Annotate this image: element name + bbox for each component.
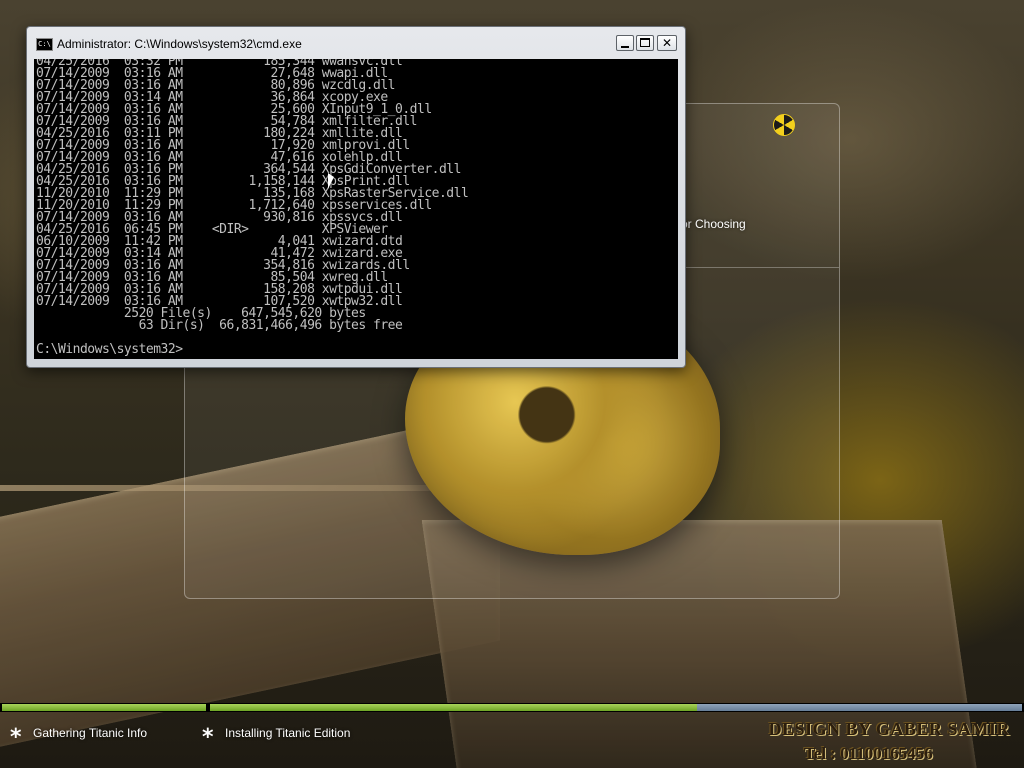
console-line: 63 Dir(s) 66,831,466,496 bytes free <box>36 318 403 333</box>
desktop-background: or Choosing C:\ Administrator: C:\Window… <box>0 0 1024 768</box>
cmd-window-title: Administrator: C:\Windows\system32\cmd.e… <box>57 37 302 51</box>
cmd-console-output[interactable]: 04/25/2016 03:32 PM 185,344 wwansvc.dll 0… <box>34 59 678 359</box>
progress-stage2-fill <box>210 704 698 711</box>
setup-option-label: or Choosing <box>681 217 746 231</box>
status-step-gathering: Gathering Titanic Info <box>33 726 148 740</box>
close-button[interactable]: ✕ <box>657 35 677 51</box>
cmd-titlebar[interactable]: C:\ Administrator: C:\Windows\system32\c… <box>27 27 685 59</box>
minimize-button[interactable] <box>616 35 634 51</box>
status-bullet-icon: * <box>10 725 22 750</box>
maximize-button[interactable] <box>636 35 654 51</box>
cmd-app-icon[interactable]: C:\ <box>36 38 53 51</box>
progress-stage1 <box>2 704 206 711</box>
cmd-window[interactable]: C:\ Administrator: C:\Windows\system32\c… <box>26 26 686 368</box>
progress-stage2-track <box>210 704 1022 711</box>
close-icon: ✕ <box>661 36 673 50</box>
console-lines: 04/25/2016 03:32 PM 185,344 wwansvc.dll 0… <box>36 59 469 357</box>
status-step-installing: Installing Titanic Edition <box>225 726 351 740</box>
design-credit: DESIGN BY GABER SAMIR <box>768 719 1010 739</box>
console-line: C:\Windows\system32> <box>36 342 183 357</box>
install-progress-bar <box>0 703 1024 712</box>
mouse-pointer-icon <box>328 173 334 189</box>
maximize-icon <box>640 38 650 47</box>
telephone-credit: Tel : 01100165456 <box>804 744 933 763</box>
radiation-icon <box>773 114 795 136</box>
status-bullet-icon: * <box>202 725 214 750</box>
minimize-icon <box>621 46 629 48</box>
